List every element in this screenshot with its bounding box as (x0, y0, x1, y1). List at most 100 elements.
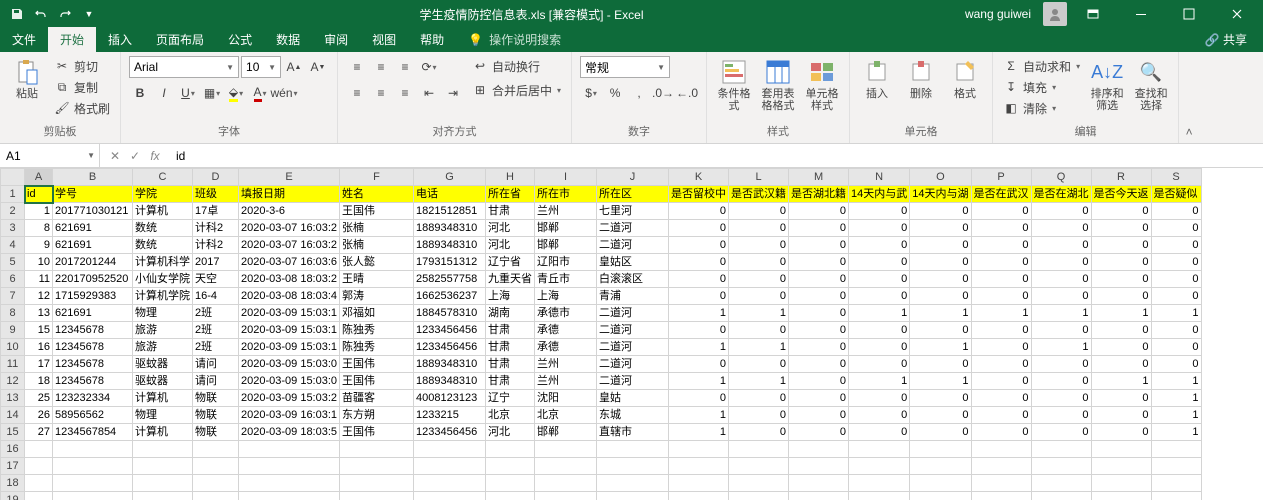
cell[interactable]: 王国伟 (340, 356, 414, 373)
cell[interactable]: 9 (25, 237, 53, 254)
cell[interactable]: 2020-03-07 16:03:2 (239, 220, 340, 237)
cell[interactable]: 驱蚊器 (133, 373, 193, 390)
row-header[interactable]: 14 (1, 407, 25, 424)
cell[interactable]: 621691 (53, 305, 133, 322)
cancel-formula-icon[interactable]: ✕ (106, 149, 124, 163)
format-painter-button[interactable]: 🖌格式刷 (52, 98, 112, 118)
cell[interactable]: 上海 (535, 288, 597, 305)
cell[interactable] (1151, 441, 1201, 458)
cell[interactable]: 0 (971, 220, 1031, 237)
cell[interactable] (1031, 458, 1091, 475)
cell[interactable] (971, 475, 1031, 492)
cell[interactable]: 1715929383 (53, 288, 133, 305)
cell[interactable] (669, 492, 729, 500)
cell[interactable]: 14天内与湖 (910, 186, 971, 203)
cell[interactable]: 王国伟 (340, 373, 414, 390)
cell[interactable] (1031, 492, 1091, 500)
cell[interactable]: 请问 (193, 356, 239, 373)
cell[interactable]: 2020-03-08 18:03:4 (239, 288, 340, 305)
cell[interactable]: 张楠 (340, 237, 414, 254)
column-header[interactable]: N (849, 169, 910, 186)
cell[interactable]: 0 (789, 305, 849, 322)
column-header[interactable]: O (910, 169, 971, 186)
cell[interactable]: 2班 (193, 305, 239, 322)
cell[interactable]: 辽宁 (486, 390, 535, 407)
cell[interactable]: 1884578310 (414, 305, 486, 322)
cell[interactable]: 1 (1091, 305, 1151, 322)
cell[interactable]: 是否在武汉 (971, 186, 1031, 203)
cell[interactable]: 10 (25, 254, 53, 271)
column-header[interactable]: E (239, 169, 340, 186)
cell[interactable]: 27 (25, 424, 53, 441)
column-header[interactable]: M (789, 169, 849, 186)
column-header[interactable]: B (53, 169, 133, 186)
cell[interactable] (53, 458, 133, 475)
cell[interactable]: 1 (1031, 339, 1091, 356)
cell[interactable]: 兰州 (535, 356, 597, 373)
fill-button[interactable]: ↧填充▾ (1001, 77, 1082, 97)
copy-button[interactable]: ⧉复制 (52, 77, 112, 97)
cell[interactable]: 0 (1091, 203, 1151, 220)
cell[interactable]: 1233456456 (414, 322, 486, 339)
conditional-format-button[interactable]: 条件格式 (715, 56, 753, 114)
cell[interactable] (535, 441, 597, 458)
cell[interactable]: 计算机科学 (133, 254, 193, 271)
cell[interactable]: 0 (669, 237, 729, 254)
cell[interactable]: 0 (849, 424, 910, 441)
cell[interactable]: 二道河 (597, 220, 669, 237)
tab-page-layout[interactable]: 页面布局 (144, 27, 216, 52)
cell[interactable]: 0 (789, 203, 849, 220)
cell[interactable]: 物联 (193, 407, 239, 424)
cell[interactable]: 0 (789, 339, 849, 356)
cell[interactable]: 0 (789, 373, 849, 390)
collapse-ribbon-icon[interactable]: ˄ (1179, 52, 1199, 143)
cell[interactable]: 1 (849, 305, 910, 322)
close-icon[interactable] (1215, 0, 1259, 28)
italic-icon[interactable]: I (153, 82, 175, 104)
cell[interactable] (729, 441, 789, 458)
cell[interactable]: 0 (971, 373, 1031, 390)
cell[interactable] (597, 458, 669, 475)
cell[interactable]: 旅游 (133, 322, 193, 339)
cell[interactable]: 0 (910, 407, 971, 424)
user-avatar[interactable] (1043, 2, 1067, 26)
cell[interactable]: 1889348310 (414, 373, 486, 390)
cell[interactable]: 0 (849, 203, 910, 220)
cell[interactable] (597, 441, 669, 458)
increase-decimal-icon[interactable]: .0→ (652, 82, 674, 104)
tab-help[interactable]: 帮助 (408, 27, 456, 52)
cell[interactable]: 是否疑似 (1151, 186, 1201, 203)
cell[interactable]: 所在省 (486, 186, 535, 203)
cell[interactable]: 0 (729, 288, 789, 305)
cell[interactable]: 0 (1091, 254, 1151, 271)
cell[interactable]: 所在区 (597, 186, 669, 203)
cell[interactable]: 0 (729, 237, 789, 254)
cell[interactable] (414, 458, 486, 475)
cell[interactable]: 王国伟 (340, 203, 414, 220)
cell[interactable]: 0 (971, 288, 1031, 305)
qat-dropdown-icon[interactable]: ▼ (78, 3, 100, 25)
cell[interactable]: 220170952520 (53, 271, 133, 288)
cell[interactable]: 0 (910, 203, 971, 220)
row-header[interactable]: 3 (1, 220, 25, 237)
cell[interactable]: 所在市 (535, 186, 597, 203)
cell[interactable]: 0 (1091, 322, 1151, 339)
cell[interactable]: 甘肃 (486, 339, 535, 356)
cell[interactable]: 0 (910, 390, 971, 407)
cell[interactable]: 0 (1031, 271, 1091, 288)
cell[interactable]: 0 (669, 271, 729, 288)
cell[interactable]: 0 (1151, 356, 1201, 373)
cell[interactable]: 0 (849, 237, 910, 254)
format-button[interactable]: 格式 (946, 56, 984, 102)
cell[interactable]: 1 (669, 407, 729, 424)
cell[interactable]: 班级 (193, 186, 239, 203)
cell[interactable]: 12345678 (53, 339, 133, 356)
format-table-button[interactable]: 套用表格格式 (759, 56, 797, 114)
cell[interactable]: 0 (1031, 356, 1091, 373)
cell[interactable]: 0 (971, 339, 1031, 356)
cell[interactable]: 1 (669, 373, 729, 390)
cell[interactable] (25, 458, 53, 475)
column-header[interactable]: H (486, 169, 535, 186)
bold-icon[interactable]: B (129, 82, 151, 104)
cell[interactable]: 苗疆客 (340, 390, 414, 407)
